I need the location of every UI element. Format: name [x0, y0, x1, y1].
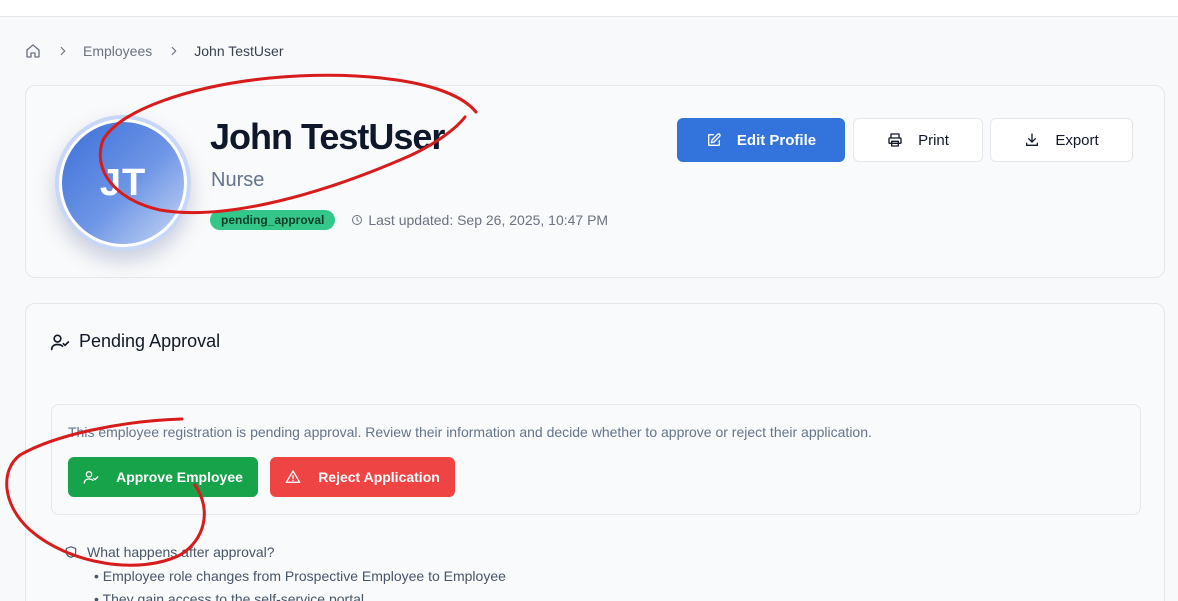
print-label: Print: [918, 131, 949, 149]
after-approval-info: What happens after approval? Employee ro…: [64, 544, 506, 601]
download-icon: [1024, 132, 1040, 148]
breadcrumb: Employees John TestUser: [25, 41, 284, 61]
chevron-right-icon: [56, 44, 70, 58]
profile-card: JT John TestUser Nurse pending_approval …: [25, 85, 1165, 278]
user-check-icon: [83, 469, 99, 485]
shield-icon: [64, 545, 78, 559]
status-badge: pending_approval: [210, 210, 336, 230]
user-check-icon: [50, 332, 70, 352]
avatar-initials: JT: [59, 119, 187, 247]
avatar: JT: [55, 115, 191, 251]
export-button[interactable]: Export: [990, 118, 1133, 162]
after-approval-list: Employee role changes from Prospective E…: [94, 568, 506, 601]
list-item: They gain access to the self-service por…: [94, 591, 506, 601]
top-bar: [0, 0, 1178, 17]
alert-triangle-icon: [285, 469, 301, 485]
edit-profile-label: Edit Profile: [736, 131, 817, 149]
status-row: pending_approval Last updated: Sep 26, 2…: [210, 210, 608, 230]
notice-text: This employee registration is pending ap…: [68, 424, 872, 440]
approve-employee-button[interactable]: Approve Employee: [68, 457, 258, 497]
employee-name: John TestUser: [210, 116, 445, 157]
chevron-right-icon: [167, 44, 181, 58]
edit-icon: [706, 132, 722, 148]
print-button[interactable]: Print: [853, 118, 983, 162]
export-label: Export: [1055, 131, 1099, 149]
pending-approval-card: Pending Approval This employee registrat…: [25, 303, 1165, 601]
section-title-text: Pending Approval: [79, 331, 221, 351]
edit-profile-button[interactable]: Edit Profile: [677, 118, 845, 162]
printer-icon: [887, 132, 903, 148]
approve-label: Approve Employee: [116, 469, 243, 485]
reject-label: Reject Application: [318, 469, 440, 485]
section-title: Pending Approval: [50, 331, 220, 352]
breadcrumb-employees-link[interactable]: Employees: [83, 43, 152, 59]
after-approval-title: What happens after approval?: [64, 544, 506, 560]
last-updated: Last updated: Sep 26, 2025, 10:47 PM: [351, 212, 608, 228]
last-updated-text: Last updated: Sep 26, 2025, 10:47 PM: [368, 212, 609, 228]
reject-application-button[interactable]: Reject Application: [270, 457, 455, 497]
home-icon[interactable]: [25, 43, 41, 59]
clock-icon: [351, 214, 363, 226]
list-item: Employee role changes from Prospective E…: [94, 568, 506, 584]
breadcrumb-current: John TestUser: [194, 43, 284, 59]
after-approval-title-text: What happens after approval?: [87, 544, 275, 560]
approval-notice: This employee registration is pending ap…: [51, 404, 1141, 515]
employee-role: Nurse: [211, 169, 265, 191]
